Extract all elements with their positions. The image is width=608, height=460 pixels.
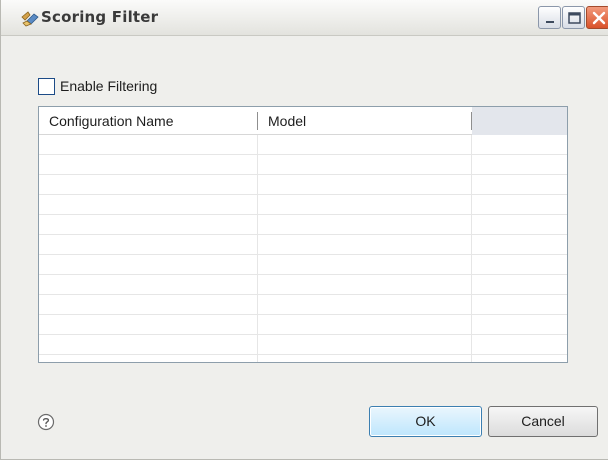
column-header-model[interactable]: Model [258, 107, 471, 135]
column-header-filler [472, 107, 567, 135]
table-row[interactable] [39, 175, 567, 195]
table-row[interactable] [39, 215, 567, 235]
table-row[interactable] [39, 315, 567, 335]
column-header-configuration-name[interactable]: Configuration Name [39, 107, 257, 135]
enable-filtering-label[interactable]: Enable Filtering [60, 78, 157, 94]
app-icon [19, 8, 41, 28]
dialog-window: Scoring Filter Enable Filtering Configur… [0, 0, 608, 460]
table-row[interactable] [39, 195, 567, 215]
title-bar[interactable]: Scoring Filter [1, 0, 608, 36]
maximize-icon [568, 12, 581, 24]
maximize-button[interactable] [562, 6, 585, 29]
table-body [39, 135, 567, 355]
table-row[interactable] [39, 275, 567, 295]
table-row[interactable] [39, 335, 567, 355]
table-row[interactable] [39, 255, 567, 275]
enable-filtering-checkbox[interactable] [38, 78, 55, 95]
window-title: Scoring Filter [41, 8, 159, 26]
table-row[interactable] [39, 155, 567, 175]
table-row[interactable] [39, 295, 567, 315]
minimize-icon [546, 21, 554, 23]
ok-button[interactable]: OK [369, 406, 482, 437]
cancel-button[interactable]: Cancel [488, 406, 598, 437]
close-icon [592, 11, 606, 25]
minimize-button[interactable] [538, 6, 561, 29]
table-row[interactable] [39, 135, 567, 155]
column-gridline [257, 135, 258, 362]
table-header: Configuration Name Model [39, 107, 567, 135]
configuration-table[interactable]: Configuration Name Model [38, 106, 568, 363]
table-row[interactable] [39, 235, 567, 255]
help-icon[interactable] [37, 413, 55, 431]
column-gridline [471, 135, 472, 362]
close-button[interactable] [586, 6, 608, 29]
